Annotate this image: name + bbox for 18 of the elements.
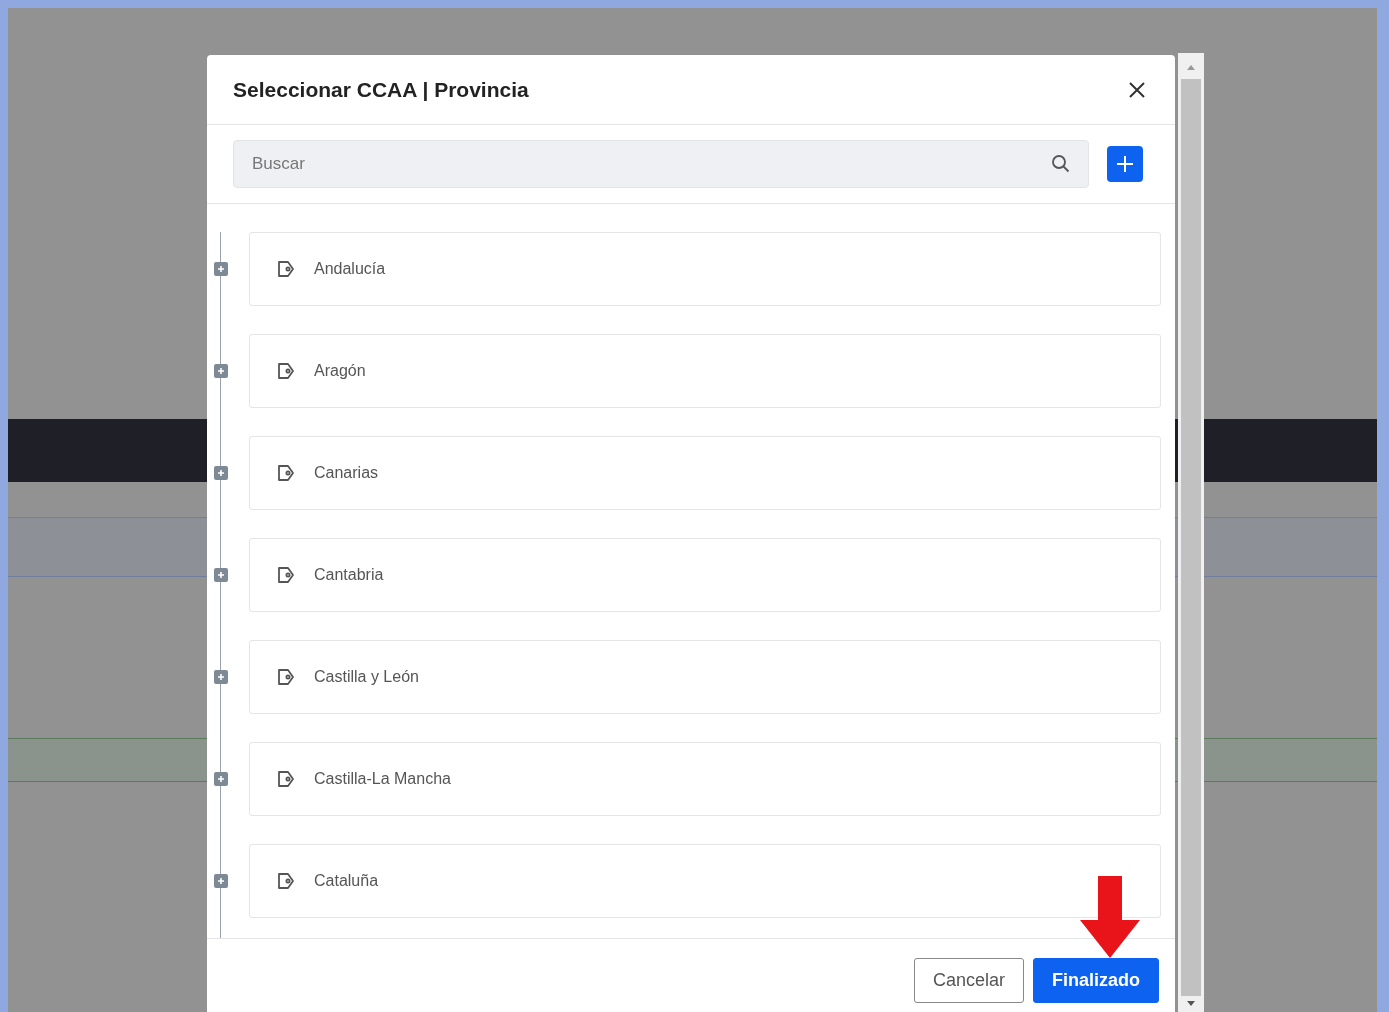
tree-item[interactable]: Andalucía: [249, 232, 1161, 306]
item-label: Canarias: [314, 463, 379, 483]
item-label: Castilla-La Mancha: [314, 769, 451, 789]
tree-item[interactable]: Canarias: [249, 436, 1161, 510]
item-label: Cataluña: [314, 871, 379, 891]
item-label: Castilla y León: [314, 667, 419, 687]
tree-item[interactable]: Castilla-La Mancha: [249, 742, 1161, 816]
dialog-title: Seleccionar CCAA | Provincia: [233, 76, 529, 103]
tree-item[interactable]: Cataluña: [249, 844, 1161, 918]
item-label: Aragón: [314, 361, 366, 381]
search-field[interactable]: Buscar: [233, 140, 1089, 188]
item-label: Cantabria: [314, 565, 384, 585]
item-label: Andalucía: [314, 259, 386, 279]
tree-item[interactable]: Cantabria: [249, 538, 1161, 612]
cancel-button[interactable]: Cancelar: [913, 958, 1024, 1003]
tree-item[interactable]: Castilla y León: [249, 640, 1161, 714]
done-button[interactable]: Finalizado: [1033, 958, 1159, 1003]
tree-item[interactable]: Aragón: [249, 334, 1161, 408]
